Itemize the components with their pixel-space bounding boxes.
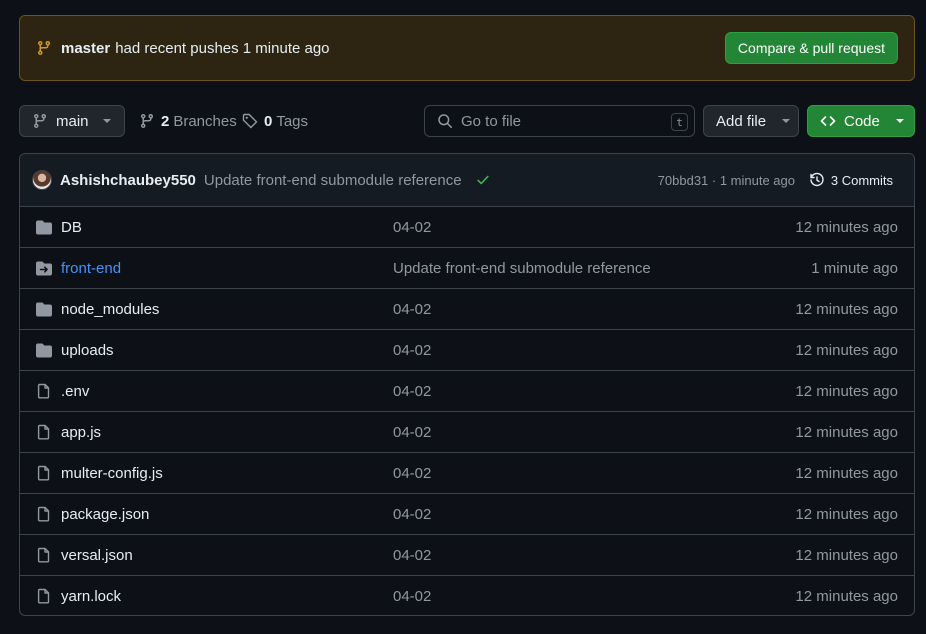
banner-branch-name[interactable]: master — [61, 40, 110, 57]
file-commit-message[interactable]: 04-02 — [393, 588, 431, 605]
file-row[interactable]: front-end Update front-end submodule refe… — [20, 248, 914, 289]
folder-icon — [36, 301, 52, 317]
code-icon — [820, 113, 836, 129]
caret-down-icon — [782, 119, 791, 123]
file-icon — [36, 465, 52, 481]
file-row[interactable]: DB 04-02 12 minutes ago — [20, 207, 914, 248]
file-commit-date: 12 minutes ago — [795, 382, 898, 400]
file-commit-message[interactable]: 04-02 — [393, 506, 431, 523]
add-file-button[interactable]: Add file — [703, 105, 799, 137]
file-row[interactable]: yarn.lock 04-02 12 minutes ago — [20, 576, 914, 615]
commits-history-link[interactable]: 3 Commits — [809, 172, 893, 188]
search-icon — [437, 113, 453, 129]
file-commit-message[interactable]: 04-02 — [393, 301, 431, 318]
tags-link[interactable]: 0 Tags — [242, 105, 308, 137]
file-icon — [36, 424, 52, 440]
git-branch-icon — [139, 113, 155, 129]
branches-label: Branches — [173, 112, 237, 130]
file-name-link[interactable]: package.json — [61, 506, 149, 523]
file-name-link[interactable]: front-end — [61, 260, 121, 277]
banner-text: master had recent pushes 1 minute ago — [61, 40, 330, 57]
file-name-link[interactable]: versal.json — [61, 547, 133, 564]
file-icon — [36, 506, 52, 522]
file-commit-date: 12 minutes ago — [795, 218, 898, 236]
file-commit-date: 12 minutes ago — [795, 464, 898, 482]
file-row[interactable]: app.js 04-02 12 minutes ago — [20, 412, 914, 453]
git-branch-icon — [32, 113, 48, 129]
git-branch-icon — [36, 40, 52, 56]
file-commit-date: 1 minute ago — [811, 259, 898, 277]
file-icon — [36, 588, 52, 604]
file-row[interactable]: node_modules 04-02 12 minutes ago — [20, 289, 914, 330]
file-commit-message[interactable]: 04-02 — [393, 465, 431, 482]
tags-count: 0 — [264, 112, 273, 130]
recent-push-banner: master had recent pushes 1 minute ago Com… — [19, 15, 915, 81]
check-icon[interactable] — [476, 173, 490, 187]
commits-count-label: 3 Commits — [830, 172, 893, 188]
file-row[interactable]: .env 04-02 12 minutes ago — [20, 371, 914, 412]
branches-count: 2 — [161, 112, 170, 130]
file-commit-date: 12 minutes ago — [795, 423, 898, 441]
file-name-link[interactable]: uploads — [61, 342, 114, 359]
caret-down-icon — [895, 119, 904, 123]
branch-selector-label: main — [56, 112, 89, 130]
file-commit-date: 12 minutes ago — [795, 546, 898, 564]
file-table: Ashishchaubey550 Update front-end submod… — [19, 153, 915, 616]
branches-link[interactable]: 2 Branches — [139, 105, 237, 137]
compare-pull-request-button[interactable]: Compare & pull request — [724, 32, 898, 64]
tag-icon — [242, 113, 258, 129]
file-name-link[interactable]: yarn.lock — [61, 588, 121, 605]
file-commit-date: 12 minutes ago — [795, 505, 898, 523]
submodule-folder-icon — [36, 260, 52, 276]
commit-message[interactable]: Update front-end submodule reference — [204, 172, 462, 189]
folder-icon — [36, 342, 52, 358]
commit-hash-time[interactable]: 70bbd31 · 1 minute ago — [658, 173, 795, 188]
file-commit-date: 12 minutes ago — [795, 588, 898, 605]
banner-message: had recent pushes 1 minute ago — [115, 39, 330, 57]
file-row[interactable]: uploads 04-02 12 minutes ago — [20, 330, 914, 371]
tags-label: Tags — [276, 112, 309, 130]
keyboard-shortcut-hint: t — [671, 113, 688, 131]
file-commit-message[interactable]: Update front-end submodule reference — [393, 260, 651, 277]
code-label: Code — [844, 112, 880, 130]
branch-selector-button[interactable]: main — [19, 105, 125, 137]
file-commit-message[interactable]: 04-02 — [393, 424, 431, 441]
file-row[interactable]: package.json 04-02 12 minutes ago — [20, 494, 914, 535]
caret-down-icon — [102, 119, 111, 123]
file-row[interactable]: multer-config.js 04-02 12 minutes ago — [20, 453, 914, 494]
commit-author[interactable]: Ashishchaubey550 — [60, 172, 196, 189]
folder-icon — [36, 219, 52, 235]
file-commit-date: 12 minutes ago — [795, 300, 898, 318]
file-row[interactable]: versal.json 04-02 12 minutes ago — [20, 535, 914, 576]
file-name-link[interactable]: multer-config.js — [61, 465, 163, 482]
file-name-link[interactable]: node_modules — [61, 301, 159, 318]
history-icon — [809, 172, 825, 188]
file-name-link[interactable]: .env — [61, 383, 89, 400]
file-commit-message[interactable]: 04-02 — [393, 342, 431, 359]
add-file-label: Add file — [716, 112, 767, 130]
code-button[interactable]: Code — [807, 105, 915, 137]
file-icon — [36, 547, 52, 563]
file-icon — [36, 383, 52, 399]
file-commit-date: 12 minutes ago — [795, 341, 898, 359]
go-to-file-search[interactable]: t — [424, 105, 695, 137]
file-commit-message[interactable]: 04-02 — [393, 547, 431, 564]
file-commit-message[interactable]: 04-02 — [393, 219, 431, 236]
file-commit-message[interactable]: 04-02 — [393, 383, 431, 400]
avatar[interactable] — [32, 170, 52, 190]
file-name-link[interactable]: app.js — [61, 424, 101, 441]
go-to-file-input[interactable] — [461, 112, 661, 130]
file-name-link[interactable]: DB — [61, 219, 82, 236]
latest-commit-row: Ashishchaubey550 Update front-end submod… — [20, 154, 914, 207]
